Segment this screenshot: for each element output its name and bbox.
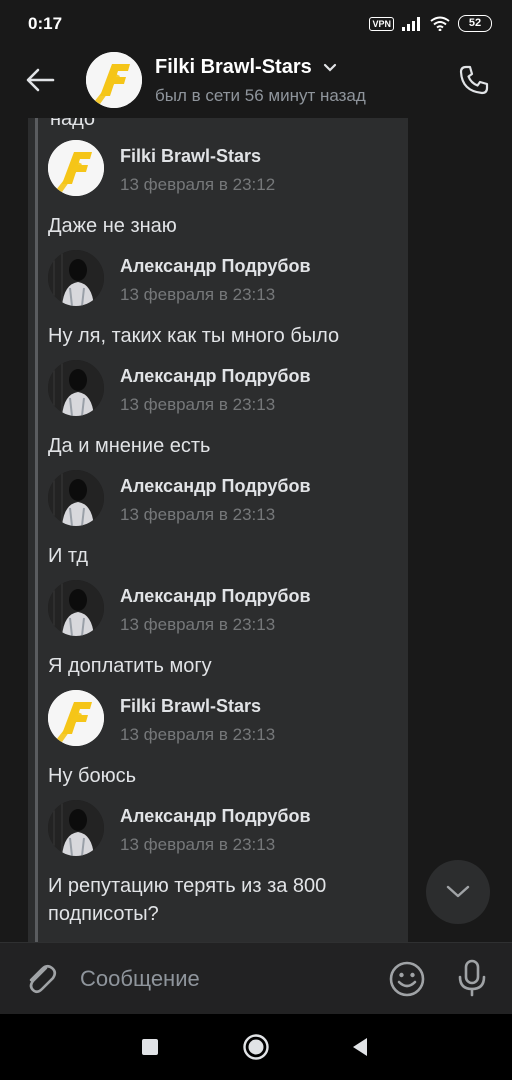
message-text: Даже не знаю (48, 215, 177, 237)
filki-logo-avatar[interactable] (48, 690, 104, 746)
microphone-icon (458, 959, 486, 997)
scroll-to-bottom-button[interactable] (426, 860, 490, 924)
chat-title[interactable]: Filki Brawl-Stars (155, 56, 337, 79)
message-author[interactable]: Filki Brawl-Stars (120, 146, 261, 167)
back-button[interactable] (22, 62, 58, 98)
status-bar: 0:17 VPN 52 (0, 0, 512, 48)
message-date: 13 февраля в 23:13 (120, 725, 276, 744)
message-text: Ну ля, таких как ты много было (48, 325, 340, 347)
message-author[interactable]: Александр Подрубов (120, 256, 311, 277)
signal-icon (402, 16, 420, 31)
chat-header: Filki Brawl-Stars был в сети 56 минут на… (0, 48, 512, 112)
call-button[interactable] (456, 62, 492, 98)
filki-logo-avatar[interactable] (48, 140, 104, 196)
message-date: 13 февраля в 23:13 (120, 615, 276, 634)
message-list[interactable]: надо Filki Brawl-Stars 13 февраля в 23:1… (0, 118, 512, 942)
message-author[interactable]: Александр Подрубов (120, 476, 311, 497)
voice-message-button[interactable] (454, 958, 490, 998)
user-photo-avatar[interactable] (48, 580, 104, 636)
message-author[interactable]: Александр Подрубов (120, 366, 311, 387)
wifi-icon (430, 16, 450, 31)
chat-title-text: Filki Brawl-Stars (155, 56, 312, 78)
nav-recents-icon (142, 1039, 158, 1055)
emoji-button[interactable] (388, 960, 426, 998)
chat-avatar[interactable] (86, 52, 142, 108)
user-photo-avatar[interactable] (48, 360, 104, 416)
emoji-icon (389, 961, 425, 997)
message-text: Да и мнение есть (48, 435, 211, 457)
message-date: 13 февраля в 23:13 (120, 285, 276, 304)
filki-logo-icon (48, 690, 104, 746)
cut-off-message-text: надо (50, 118, 95, 130)
user-photo-icon (48, 360, 104, 416)
user-photo-avatar[interactable] (48, 470, 104, 526)
chevron-down-icon (324, 63, 337, 72)
message-text: Ну боюсь (48, 765, 136, 787)
message-author[interactable]: Александр Подрубов (120, 586, 311, 607)
message-author[interactable]: Filki Brawl-Stars (120, 696, 261, 717)
user-photo-icon (48, 470, 104, 526)
message-date: 13 февраля в 23:13 (120, 835, 276, 854)
nav-home-icon (243, 1034, 269, 1060)
user-photo-icon (48, 580, 104, 636)
paperclip-icon (29, 964, 57, 994)
user-photo-icon (48, 800, 104, 856)
message-date: 13 февраля в 23:13 (120, 505, 276, 524)
system-navigation-bar (0, 1014, 512, 1080)
status-time: 0:17 (28, 14, 63, 33)
message-date: 13 февраля в 23:13 (120, 395, 276, 414)
nav-back-icon (353, 1038, 367, 1056)
nav-home-button[interactable] (242, 1033, 270, 1061)
user-photo-avatar[interactable] (48, 800, 104, 856)
nav-recents-button[interactable] (136, 1033, 164, 1061)
message-author[interactable]: Александр Подрубов (120, 806, 311, 827)
message-text: И репутацию терять из за 800 подписоты? (48, 875, 327, 925)
message-text: Я доплатить могу (48, 655, 212, 677)
attach-button[interactable] (22, 959, 60, 997)
filki-logo-icon (48, 140, 104, 196)
last-seen-status: был в сети 56 минут назад (155, 86, 366, 105)
user-photo-avatar[interactable] (48, 250, 104, 306)
filki-logo-avatar (86, 52, 142, 108)
user-photo-icon (48, 250, 104, 306)
scroll-down-chevron-icon (446, 885, 470, 898)
back-arrow-icon (26, 68, 55, 92)
status-icons: VPN 52 (369, 15, 492, 32)
phone-icon (459, 65, 489, 95)
message-date: 13 февраля в 23:12 (120, 175, 276, 194)
message-composer (0, 942, 512, 1014)
battery-indicator: 52 (458, 15, 492, 32)
nav-back-button[interactable] (346, 1033, 374, 1061)
message-text: И тд (48, 545, 89, 567)
vpn-badge: VPN (369, 16, 394, 31)
forward-indicator-bar (35, 118, 38, 942)
message-input[interactable] (80, 963, 370, 995)
